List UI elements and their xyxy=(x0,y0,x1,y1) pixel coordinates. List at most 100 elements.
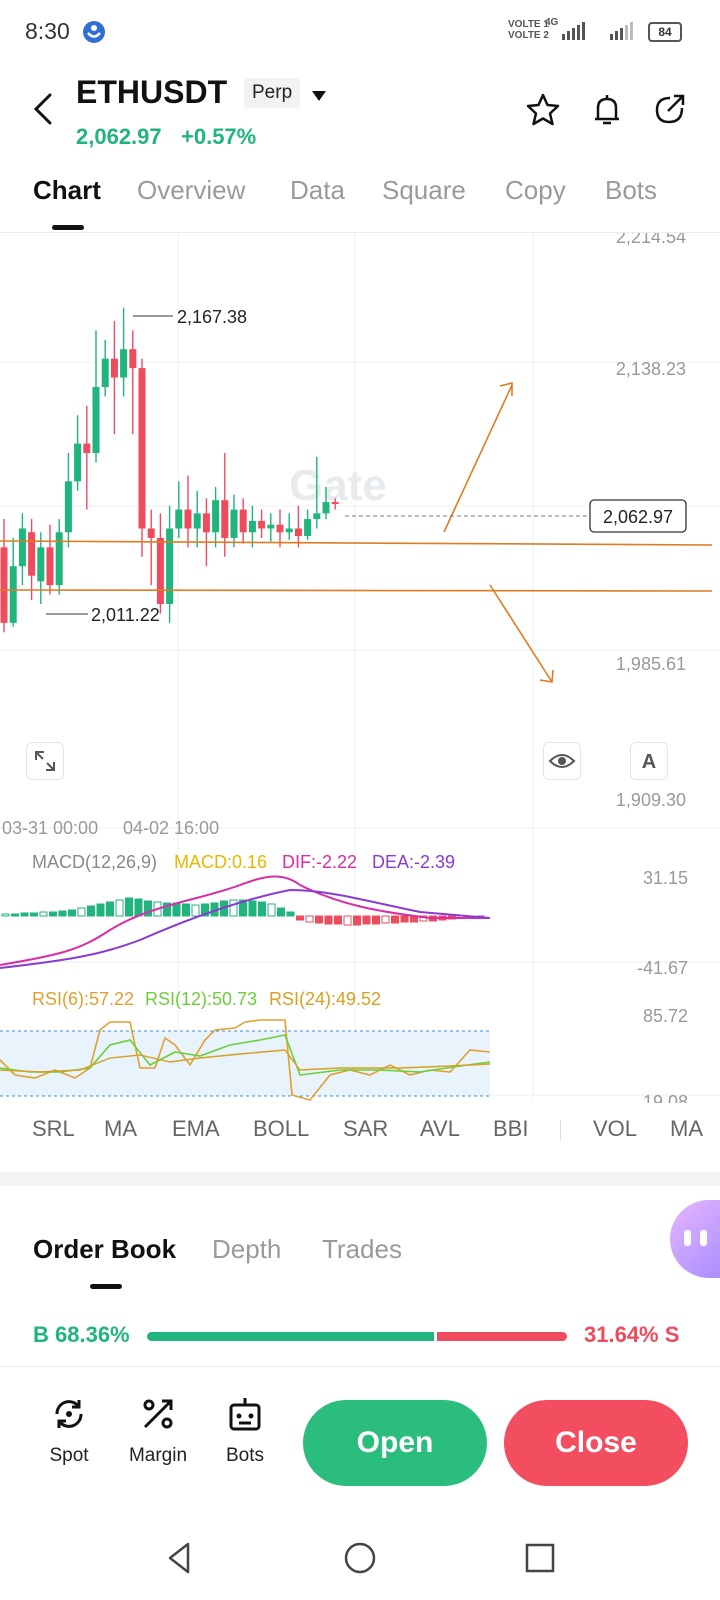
nav-back-icon[interactable] xyxy=(162,1540,198,1576)
tab-data[interactable]: Data xyxy=(290,175,345,206)
indicator-vol[interactable]: VOL xyxy=(593,1116,637,1142)
back-arrow-icon[interactable] xyxy=(30,92,56,126)
price-axis-label: 2,214.54 xyxy=(616,233,686,247)
macd-bar xyxy=(229,899,238,917)
indicator-avl[interactable]: AVL xyxy=(420,1116,460,1142)
price-axis-label: 1,909.30 xyxy=(616,790,686,810)
nav-home-icon[interactable] xyxy=(342,1540,378,1576)
macd-title: MACD(12,26,9) xyxy=(32,852,157,872)
candle-body xyxy=(267,524,275,529)
rsi-axis-label: 85.72 xyxy=(643,1006,688,1026)
macd-bar xyxy=(258,901,266,917)
tab-copy[interactable]: Copy xyxy=(505,175,566,206)
candle-body xyxy=(258,520,266,529)
star-icon[interactable] xyxy=(525,92,561,128)
fullscreen-button[interactable] xyxy=(26,742,64,780)
tab-chart[interactable]: Chart xyxy=(33,175,101,206)
dropdown-caret-icon[interactable] xyxy=(311,90,327,102)
macd-bar xyxy=(248,900,257,917)
macd-bar xyxy=(267,903,276,917)
price-chart[interactable]: Gate 2,214.542,138.231,985.611,909.302,0… xyxy=(0,233,720,1103)
visibility-button[interactable] xyxy=(543,742,581,780)
symbol-title[interactable]: ETHUSDT xyxy=(76,74,227,111)
open-button[interactable]: Open xyxy=(303,1400,487,1486)
signal-icon xyxy=(562,22,585,40)
tab-depth[interactable]: Depth xyxy=(212,1234,281,1265)
tab-indicator xyxy=(52,225,84,230)
indicator-bbi[interactable]: BBI xyxy=(493,1116,528,1142)
bots-label: Bots xyxy=(225,1445,265,1466)
macd-bar xyxy=(182,903,190,917)
indicator-ma-sub[interactable]: MA xyxy=(670,1116,720,1142)
tab-trades[interactable]: Trades xyxy=(322,1234,402,1265)
contract-type-badge[interactable]: Perp xyxy=(244,78,301,108)
nav-recents-icon[interactable] xyxy=(522,1540,558,1576)
sell-ratio-bar xyxy=(437,1332,567,1341)
close-button[interactable]: Close xyxy=(504,1400,688,1486)
macd-bar xyxy=(115,899,124,917)
macd-bar xyxy=(286,911,295,917)
dea-value: DEA:-2.39 xyxy=(372,852,455,872)
dif-value: DIF:-2.22 xyxy=(282,852,357,872)
bots-button[interactable]: Bots xyxy=(205,1394,285,1467)
candle-body xyxy=(74,443,82,482)
main-tabs: Chart Overview Data Square Copy Bots xyxy=(0,175,720,231)
support-line xyxy=(0,589,713,592)
time-axis-label: 03-31 00:00 xyxy=(2,818,98,838)
candle-body xyxy=(193,513,201,529)
candle-body xyxy=(202,513,210,533)
macd-bar xyxy=(305,915,314,923)
spot-button[interactable]: Spot xyxy=(29,1394,109,1467)
candle-body xyxy=(28,532,36,576)
candle-body xyxy=(9,566,17,623)
candle-body xyxy=(331,502,339,504)
expand-icon xyxy=(35,751,55,771)
indicator-ema[interactable]: EMA xyxy=(172,1116,220,1142)
candlesticks xyxy=(0,307,339,633)
indicator-boll[interactable]: BOLL xyxy=(253,1116,309,1142)
candle-body xyxy=(156,537,164,604)
auto-scale-button[interactable]: A xyxy=(630,742,668,780)
time-axis-label: 04-02 16:00 xyxy=(123,818,219,838)
divider xyxy=(560,1120,561,1140)
margin-button[interactable]: Margin xyxy=(118,1394,198,1467)
candle-body xyxy=(322,502,330,514)
macd-bar xyxy=(134,898,143,917)
dea-line xyxy=(0,888,491,969)
tab-square[interactable]: Square xyxy=(382,175,466,206)
sell-ratio: 31.64% S xyxy=(584,1322,680,1347)
tab-bots[interactable]: Bots xyxy=(605,175,657,206)
macd-bar xyxy=(400,915,409,923)
candle-body xyxy=(83,443,91,454)
status-time: 8:30 xyxy=(25,18,70,44)
macd-bar xyxy=(125,897,133,917)
candle-body xyxy=(294,528,302,537)
divider xyxy=(0,1366,720,1367)
candle-body xyxy=(138,368,146,529)
tab-overview[interactable]: Overview xyxy=(137,175,245,206)
price-axis-label: 2,138.23 xyxy=(616,359,686,379)
share-icon[interactable] xyxy=(652,92,688,128)
assistant-bubble[interactable] xyxy=(670,1200,720,1278)
indicator-ma[interactable]: MA xyxy=(104,1116,137,1142)
bell-icon[interactable] xyxy=(589,92,625,128)
network-type: 4G xyxy=(545,17,559,28)
indicator-strip: SRL MA EMA BOLL SAR AVL BBI VOL MA xyxy=(0,1108,720,1150)
support-line xyxy=(0,540,713,546)
indicator-srl[interactable]: SRL xyxy=(32,1116,75,1142)
candle-body xyxy=(285,528,293,533)
macd-bar xyxy=(77,907,86,917)
macd-bar xyxy=(30,912,38,917)
signal-icon-2 xyxy=(610,22,633,40)
bots-icon xyxy=(229,1398,261,1431)
rsi-band xyxy=(0,1031,490,1096)
macd-bar xyxy=(324,915,333,925)
macd-axis-label: -41.67 xyxy=(637,958,688,978)
macd-bar xyxy=(191,904,200,917)
tab-order-book[interactable]: Order Book xyxy=(33,1234,176,1265)
low-label: 2,011.22 xyxy=(91,605,160,625)
indicator-sar[interactable]: SAR xyxy=(343,1116,388,1142)
trend-arrow-up xyxy=(443,384,513,533)
macd-bar xyxy=(49,911,57,917)
macd-bar xyxy=(106,901,114,917)
